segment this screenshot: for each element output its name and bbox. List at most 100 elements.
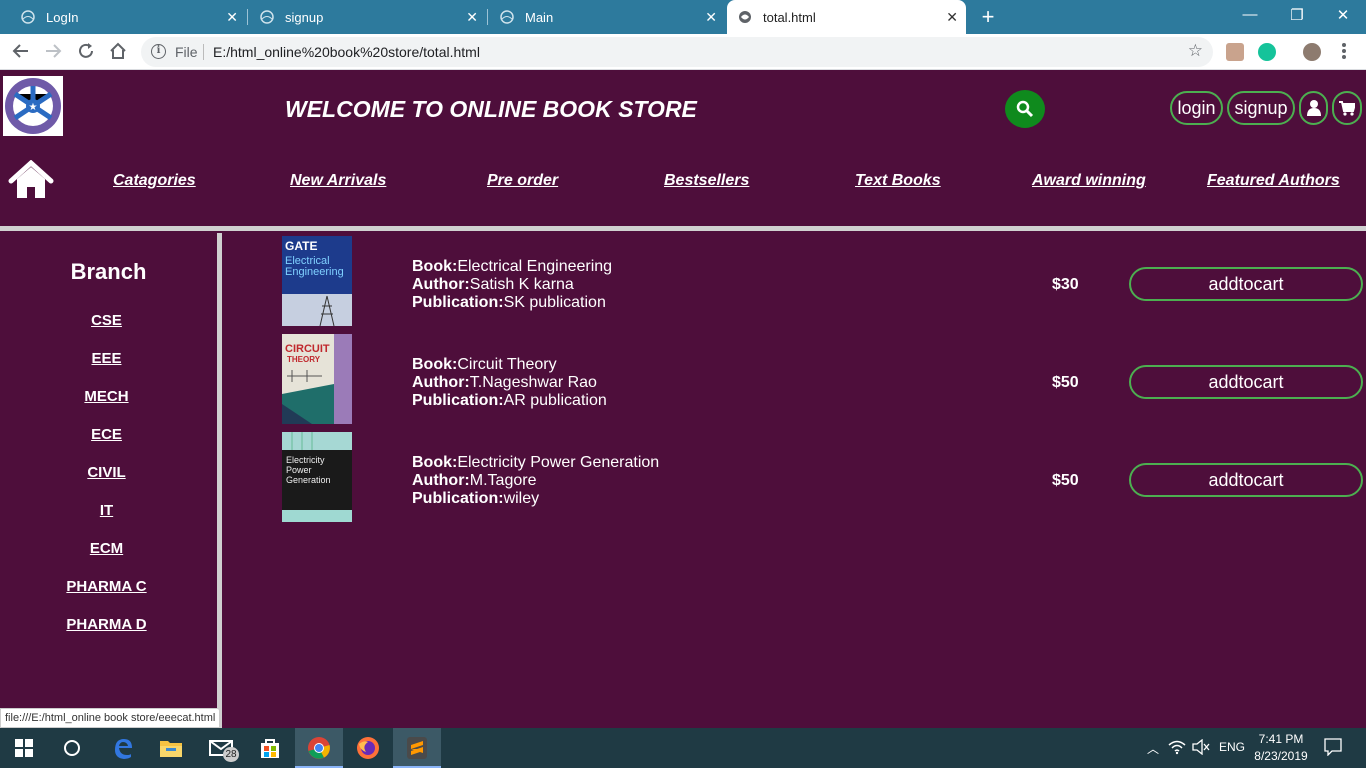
start-button[interactable] [0, 728, 48, 768]
edge-icon [115, 739, 132, 759]
cortana-button[interactable] [48, 728, 96, 768]
wifi-icon[interactable] [1168, 739, 1186, 758]
nav-text-books[interactable]: Text Books [855, 172, 941, 190]
sidebar-item-pharma-d[interactable]: PHARMA D [0, 616, 213, 633]
sidebar-item-cse[interactable]: CSE [0, 312, 213, 329]
close-icon[interactable]: ✕ [466, 9, 478, 26]
globe-icon [259, 9, 275, 25]
cart-button[interactable] [1332, 91, 1362, 125]
search-button[interactable] [1005, 90, 1045, 128]
action-center-button[interactable] [1324, 738, 1342, 759]
branch-sidebar: Branch CSE EEE MECH ECE CIVIL IT ECM PHA… [0, 231, 217, 728]
book-cover-image[interactable]: GATE Electrical Engineering [282, 236, 352, 326]
language-indicator[interactable]: ENG [1219, 740, 1245, 754]
book-price: $30 [1052, 276, 1079, 293]
tab-signup[interactable]: signup ✕ [249, 0, 486, 34]
book-price: $50 [1052, 472, 1079, 489]
mail-badge: 28 [223, 747, 239, 762]
book-title: Electricity Power Generation [457, 454, 660, 471]
restore-button[interactable]: ❐ [1287, 6, 1307, 24]
sidebar-item-it[interactable]: IT [0, 502, 213, 519]
tab-divider [247, 9, 248, 25]
sidebar-item-pharma-c[interactable]: PHARMA C [0, 578, 213, 595]
volume-muted-icon[interactable] [1192, 738, 1210, 758]
globe-icon [20, 9, 36, 25]
menu-button[interactable] [1334, 42, 1354, 62]
globe-icon [499, 9, 515, 25]
clock-date[interactable]: 8/23/2019 [1252, 749, 1310, 763]
tab-total[interactable]: total.html ✕ [727, 0, 966, 34]
book-cover-image[interactable]: CIRCUIT THEORY [282, 334, 352, 424]
nav-categories[interactable]: Catagories [113, 172, 196, 190]
add-to-cart-button[interactable]: addtocart [1129, 463, 1363, 497]
home-button[interactable] [108, 42, 128, 62]
info-icon[interactable]: i [151, 44, 166, 59]
grammarly-icon[interactable] [1258, 43, 1276, 61]
add-to-cart-button[interactable]: addtocart [1129, 365, 1363, 399]
book-label: Book: [412, 258, 458, 275]
nav-new-arrivals[interactable]: New Arrivals [290, 172, 386, 190]
tab-title: signup [285, 9, 324, 25]
book-author: M.Tagore [469, 472, 537, 489]
taskbar-store[interactable] [246, 728, 294, 768]
reload-icon [79, 43, 93, 58]
book-label: Book: [412, 356, 458, 373]
browser-toolbar: i File E:/html_online%20book%20store/tot… [0, 34, 1366, 70]
login-button[interactable]: login [1170, 91, 1223, 125]
signup-button[interactable]: signup [1227, 91, 1295, 125]
forward-button[interactable] [43, 42, 63, 62]
nav-award-winning[interactable]: Award winning [1032, 172, 1146, 190]
taskbar-sublime[interactable] [393, 728, 441, 768]
taskbar-mail[interactable]: 28 [197, 728, 245, 768]
taskbar-chrome[interactable] [295, 728, 343, 768]
star-icon[interactable]: ☆ [1188, 41, 1203, 61]
close-icon[interactable]: ✕ [946, 9, 958, 26]
book-author: Satish K karna [469, 276, 574, 293]
reload-button[interactable] [76, 42, 96, 62]
book-title: Electrical Engineering [457, 258, 613, 275]
logo-emblem-icon: ★ [5, 78, 61, 134]
taskbar-explorer[interactable] [147, 728, 195, 768]
author-label: Author: [412, 374, 470, 391]
close-icon[interactable]: ✕ [226, 9, 238, 26]
site-logo[interactable]: ★ [3, 76, 63, 136]
show-hidden-icons[interactable]: ︿ [1147, 740, 1159, 757]
sidebar-item-eee[interactable]: EEE [0, 350, 213, 367]
clock-time[interactable]: 7:41 PM [1252, 732, 1310, 746]
sidebar-item-ece[interactable]: ECE [0, 426, 213, 443]
new-tab-button[interactable]: + [978, 4, 998, 30]
taskbar-edge[interactable] [99, 728, 147, 768]
publication-label: Publication: [412, 294, 504, 311]
account-button[interactable] [1299, 91, 1328, 125]
taskbar-firefox[interactable] [344, 728, 392, 768]
tab-main[interactable]: Main ✕ [489, 0, 725, 34]
cover-text: CIRCUIT [285, 343, 330, 355]
tab-login[interactable]: LogIn ✕ [0, 0, 246, 34]
book-row: CIRCUIT THEORY Book:Circuit Theory Autho… [222, 334, 1366, 432]
profile-avatar[interactable] [1303, 43, 1321, 61]
extension-avatar-icon[interactable] [1226, 43, 1244, 61]
cover-text: Engineering [285, 266, 344, 278]
url-text[interactable]: E:/html_online%20book%20store/total.html [213, 44, 480, 60]
author-label: Author: [412, 472, 470, 489]
book-title: Circuit Theory [457, 356, 557, 373]
status-bar-url: file:///E:/html_online book store/eeecat… [0, 708, 221, 728]
nav-pre-order[interactable]: Pre order [487, 172, 558, 190]
home-button[interactable] [8, 159, 54, 200]
close-icon[interactable]: ✕ [705, 9, 717, 26]
nav-bestsellers[interactable]: Bestsellers [664, 172, 749, 190]
svg-text:★: ★ [29, 102, 38, 113]
address-bar[interactable]: i File E:/html_online%20book%20store/tot… [141, 37, 1213, 67]
minimize-button[interactable]: — [1240, 6, 1260, 23]
add-to-cart-button[interactable]: addtocart [1129, 267, 1363, 301]
cover-text: Generation [286, 475, 331, 485]
store-bag-icon [261, 739, 279, 758]
back-button[interactable] [11, 42, 31, 62]
sidebar-item-ecm[interactable]: ECM [0, 540, 213, 557]
notification-icon [1324, 738, 1342, 757]
nav-featured-authors[interactable]: Featured Authors [1207, 172, 1340, 190]
book-cover-image[interactable]: Electricity Power Generation [282, 432, 352, 522]
window-close-button[interactable]: ✕ [1333, 6, 1353, 24]
sidebar-item-civil[interactable]: CIVIL [0, 464, 213, 481]
sidebar-item-mech[interactable]: MECH [0, 388, 213, 405]
